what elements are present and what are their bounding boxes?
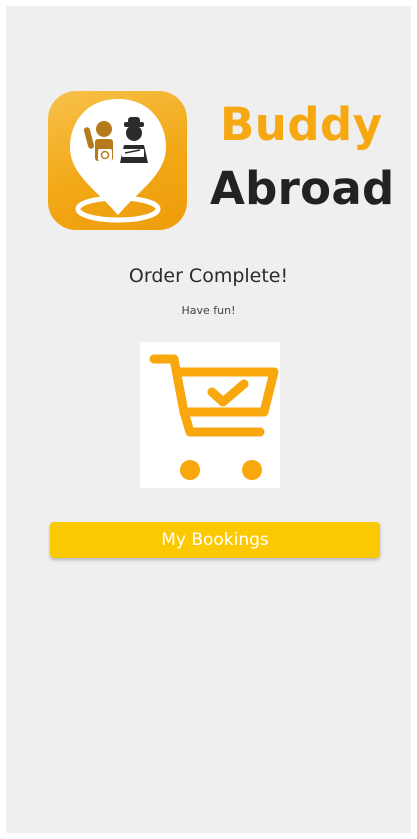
shopping-cart-check-icon [140, 342, 280, 488]
page-title: Order Complete! [128, 265, 289, 287]
brand-name-abroad: Abroad [210, 162, 395, 215]
brand-name-buddy: Buddy [220, 98, 383, 151]
app-logo-icon [48, 91, 187, 230]
page-subtitle: Have fun! [181, 304, 236, 317]
order-complete-screen: Buddy Abroad Order Complete! Have fun! M… [6, 6, 411, 833]
my-bookings-button[interactable]: My Bookings [50, 522, 380, 558]
